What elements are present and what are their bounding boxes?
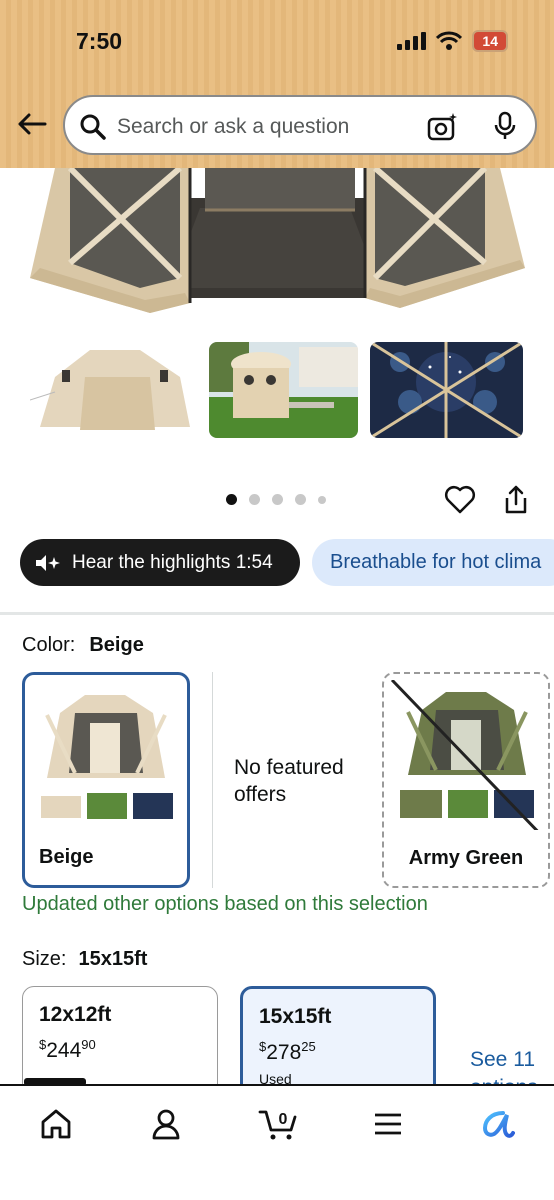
menu-icon[interactable] <box>366 1102 410 1146</box>
search-bar[interactable]: Search or ask a question <box>63 95 537 155</box>
color-selected-value: Beige <box>89 634 144 656</box>
army-green-tent-image <box>390 680 539 830</box>
color-swatch-beige[interactable]: Beige <box>22 672 190 888</box>
carousel-dot[interactable] <box>226 494 237 505</box>
highlight-chip-label: Breathable for hot clima <box>330 551 542 573</box>
account-icon[interactable] <box>144 1102 188 1146</box>
product-page: Hear the highlights 1:54 Breathable for … <box>0 0 554 1200</box>
size-option-name: 12x12ft <box>39 1003 112 1026</box>
top-header: 7:50 14 Search or ask a question <box>0 0 554 168</box>
camera-lens-icon[interactable] <box>427 112 459 147</box>
highlight-chip[interactable]: Breathable for hot clima <box>312 539 554 586</box>
thumbnail-2[interactable] <box>209 342 358 438</box>
cart-count: 0 <box>279 1111 288 1128</box>
size-selector-label: Size: 15x15ft <box>22 948 147 971</box>
carousel-dot[interactable] <box>295 494 306 505</box>
carousel-dot[interactable] <box>249 494 260 505</box>
size-option-price: $24490 <box>39 1037 96 1062</box>
home-icon[interactable] <box>34 1102 78 1146</box>
bottom-navigation: 0 <box>0 1084 554 1200</box>
color-label: Color: <box>22 634 76 656</box>
cart-icon[interactable]: 0 <box>256 1102 300 1146</box>
search-input[interactable]: Search or ask a question <box>117 115 349 139</box>
image-thumbnails <box>0 342 554 438</box>
microphone-icon[interactable] <box>493 111 517 146</box>
rufus-icon[interactable] <box>476 1102 520 1146</box>
highlights-row: Hear the highlights 1:54 Breathable for … <box>0 539 554 587</box>
battery-icon: 14 <box>472 30 508 52</box>
beige-tent-image <box>41 695 173 819</box>
color-selector-label: Color: Beige <box>22 634 144 657</box>
color-swatch-army-green[interactable]: Army Green <box>382 672 550 888</box>
share-icon[interactable] <box>502 484 530 521</box>
status-icons: 14 <box>396 30 508 52</box>
wifi-icon <box>436 31 463 50</box>
size-label: Size: <box>22 948 67 970</box>
size-option-name: 15x15ft <box>259 1005 332 1028</box>
speaker-sparkle-icon <box>34 553 62 573</box>
carousel-dot[interactable] <box>272 494 283 505</box>
no-featured-offers: No featured offers <box>234 756 344 806</box>
swatch-label: Army Green <box>408 847 524 869</box>
cellular-signal-icon <box>397 32 427 50</box>
see-more-label: See 11 <box>470 1048 535 1071</box>
back-arrow-icon[interactable] <box>14 106 50 142</box>
swatch-divider <box>212 672 213 888</box>
product-main-image[interactable] <box>0 168 554 333</box>
size-selected-value: 15x15ft <box>78 948 148 970</box>
thumbnail-1[interactable] <box>30 342 196 438</box>
status-time: 7:50 <box>76 28 123 54</box>
thumbnail-3[interactable] <box>370 342 523 438</box>
updated-options-note: Updated other options based on this sele… <box>22 893 428 915</box>
carousel-indicator[interactable] <box>226 494 326 505</box>
search-icon <box>79 113 107 146</box>
heart-icon[interactable] <box>444 484 476 519</box>
carousel-dot[interactable] <box>318 495 326 504</box>
hear-highlights-button[interactable]: Hear the highlights 1:54 <box>20 539 300 586</box>
hear-highlights-label: Hear the highlights 1:54 <box>72 551 273 573</box>
swatch-label: Beige <box>39 846 94 868</box>
section-divider <box>0 612 554 615</box>
size-option-price: $27825 <box>259 1039 316 1064</box>
